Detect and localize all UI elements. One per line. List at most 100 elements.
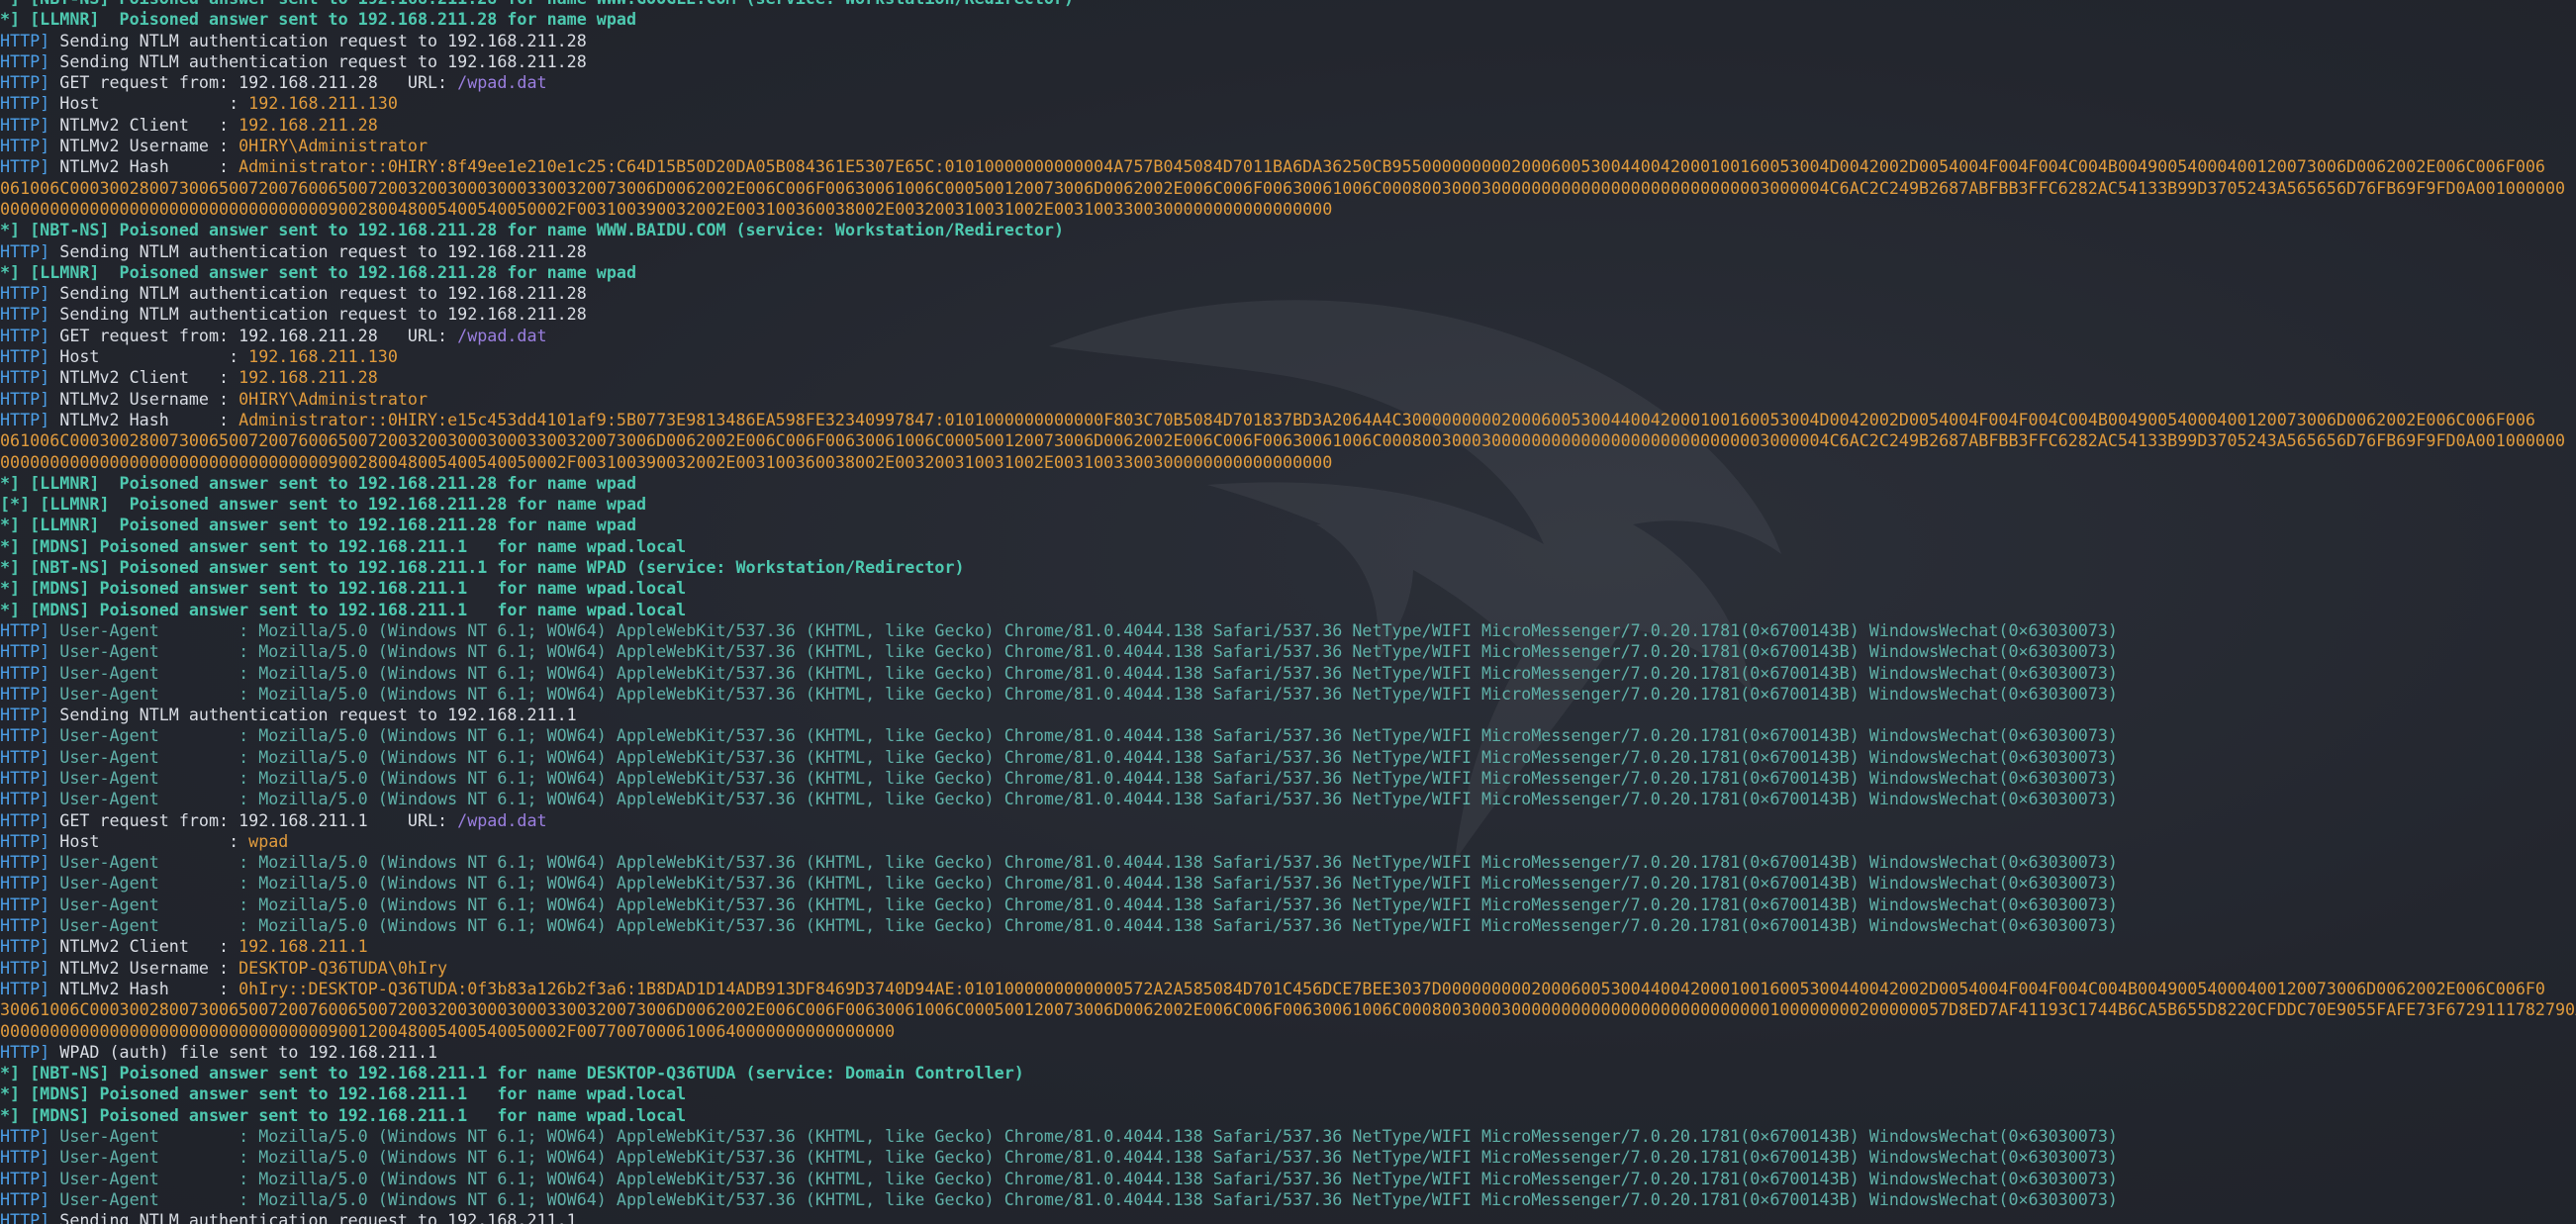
http-label: GET request from: 192.168.211.28 URL: [49,325,458,345]
http-tag: HTTP] [0,1168,50,1188]
terminal-line: 061006C000300280073006500720076006500720… [0,178,2576,199]
http-value: 192.168.211.130 [248,346,398,367]
http-label: Sending NTLM authentication request to 1… [49,30,587,50]
poison-event-text: *] [LLMNR] Poisoned answer sent to 192.1… [0,261,636,282]
http-label: GET request from: 192.168.211.1 URL: [49,809,458,830]
http-label: Sending NTLM authentication request to 1… [49,705,577,725]
user-agent-label: User-Agent : [49,873,259,894]
poison-event-text: *] [NBT-NS] Poisoned answer sent to 192.… [0,557,965,578]
http-value: 0hIry::DESKTOP-Q36TUDA:0f3b83a126b2f3a6:… [239,978,2545,998]
terminal-line: 0000000000000000000000000000000009001200… [0,1021,2576,1042]
terminal-line: *] [NBT-NS] Poisoned answer sent to 192.… [0,1063,2576,1083]
terminal-line: 0000000000000000000000000000000009002800… [0,199,2576,220]
user-agent-value: Mozilla/5.0 (Windows NT 6.1; WOW64) Appl… [258,894,2118,914]
http-label: NTLMv2 Hash : [49,978,239,998]
user-agent-label: User-Agent : [49,725,259,746]
http-label: NTLMv2 Hash : [49,409,239,429]
user-agent-value: Mozilla/5.0 (Windows NT 6.1; WOW64) Appl… [258,852,2118,873]
user-agent-value: Mozilla/5.0 (Windows NT 6.1; WOW64) Appl… [258,662,2118,683]
terminal-line: HTTP] NTLMv2 Hash : Administrator::0HIRY… [0,156,2576,177]
terminal-line: HTTP] User-Agent : Mozilla/5.0 (Windows … [0,620,2576,641]
terminal-line: HTTP] User-Agent : Mozilla/5.0 (Windows … [0,873,2576,894]
http-tag: HTTP] [0,978,50,998]
terminal-line: HTTP] GET request from: 192.168.211.28 U… [0,326,2576,346]
terminal-line: *] [MDNS] Poisoned answer sent to 192.16… [0,536,2576,557]
terminal-line: *] [LLMNR] Poisoned answer sent to 192.1… [0,515,2576,535]
http-label: NTLMv2 Client : [49,367,239,388]
user-agent-value: Mozilla/5.0 (Windows NT 6.1; WOW64) Appl… [258,789,2118,809]
http-tag: HTTP] [0,50,50,71]
http-tag: HTTP] [0,93,50,114]
http-value: 0HIRY\Administrator [239,136,429,156]
terminal-line: HTTP] Sending NTLM authentication reques… [0,1210,2576,1224]
http-value: 0HIRY\Administrator [239,388,429,409]
terminal-line: *] [MDNS] Poisoned answer sent to 192.16… [0,600,2576,620]
http-tag: HTTP] [0,30,50,50]
user-agent-label: User-Agent : [49,619,259,640]
hash-continuation: 061006C000300280073006500720076006500720… [0,430,2566,451]
http-tag: HTTP] [0,830,50,851]
http-label: NTLMv2 Client : [49,936,239,957]
terminal-line: HTTP] User-Agent : Mozilla/5.0 (Windows … [0,1147,2576,1168]
http-tag: HTTP] [0,705,50,725]
terminal-line: HTTP] User-Agent : Mozilla/5.0 (Windows … [0,1126,2576,1147]
http-tag: HTTP] [0,283,50,304]
terminal-line: *] [MDNS] Poisoned answer sent to 192.16… [0,578,2576,599]
http-tag: HTTP] [0,662,50,683]
user-agent-label: User-Agent : [49,894,259,914]
terminal-line: HTTP] NTLMv2 Username : 0HIRY\Administra… [0,389,2576,410]
http-value: 192.168.211.1 [239,936,368,957]
user-agent-label: User-Agent : [49,683,259,704]
http-label: NTLMv2 Username : [49,388,239,409]
http-value: wpad [248,830,289,851]
poison-event-text: *] [LLMNR] Poisoned answer sent to 192.1… [0,9,636,30]
user-agent-value: Mozilla/5.0 (Windows NT 6.1; WOW64) Appl… [258,767,2118,788]
terminal-line: HTTP] GET request from: 192.168.211.1 UR… [0,810,2576,831]
poison-event-text: *] [NBT-NS] Poisoned answer sent to 192.… [0,220,1064,240]
hash-continuation: 061006C000300280073006500720076006500720… [0,177,2566,198]
user-agent-label: User-Agent : [49,789,259,809]
terminal-line: *] [LLMNR] Poisoned answer sent to 192.1… [0,473,2576,494]
hash-continuation: 0000000000000000000000000000000009002800… [0,451,1333,472]
http-value: DESKTOP-Q36TUDA\0hIry [239,957,448,978]
poison-event-text: *] [MDNS] Poisoned answer sent to 192.16… [0,1104,687,1125]
http-label: NTLMv2 Username : [49,957,239,978]
terminal-line: HTTP] User-Agent : Mozilla/5.0 (Windows … [0,747,2576,768]
terminal-window[interactable]: *] [NBT-NS] Poisoned answer sent to 192.… [0,0,2576,1224]
terminal-line: *] [LLMNR] Poisoned answer sent to 192.1… [0,9,2576,30]
http-tag: HTTP] [0,346,50,367]
user-agent-label: User-Agent : [49,767,259,788]
user-agent-label: User-Agent : [49,1147,259,1168]
http-tag: HTTP] [0,1147,50,1168]
terminal-line: HTTP] User-Agent : Mozilla/5.0 (Windows … [0,1169,2576,1189]
terminal-line: [*] [LLMNR] Poisoned answer sent to 192.… [0,494,2576,515]
http-tag: HTTP] [0,304,50,325]
http-label: Sending NTLM authentication request to 1… [49,1210,577,1224]
poison-event-text: *] [MDNS] Poisoned answer sent to 192.16… [0,1083,687,1104]
terminal-line: HTTP] Host : wpad [0,831,2576,852]
hash-continuation: 0000000000000000000000000000000009002800… [0,198,1333,219]
terminal-line: HTTP] User-Agent : Mozilla/5.0 (Windows … [0,852,2576,873]
user-agent-value: Mozilla/5.0 (Windows NT 6.1; WOW64) Appl… [258,1126,2118,1147]
http-value: Administrator::0HIRY:e15c453dd4101af9:5B… [239,409,2535,429]
terminal-line: 0000000000000000000000000000000009002800… [0,452,2576,473]
terminal-line: HTTP] NTLMv2 Client : 192.168.211.1 [0,936,2576,957]
http-value: Administrator::0HIRY:8f49ee1e210e1c25:C6… [239,156,2545,177]
http-label: Sending NTLM authentication request to 1… [49,304,587,325]
http-value: 192.168.211.28 [239,114,378,135]
terminal-line: HTTP] WPAD (auth) file sent to 192.168.2… [0,1042,2576,1063]
http-tag: HTTP] [0,936,50,957]
http-tag: HTTP] [0,725,50,746]
terminal-line: HTTP] GET request from: 192.168.211.28 U… [0,72,2576,93]
poison-event-text: *] [MDNS] Poisoned answer sent to 192.16… [0,578,687,599]
terminal-line: HTTP] Sending NTLM authentication reques… [0,31,2576,51]
hash-continuation: 0000000000000000000000000000000009001200… [0,1020,896,1041]
http-label: Sending NTLM authentication request to 1… [49,50,587,71]
http-label: NTLMv2 Username : [49,136,239,156]
terminal-line: HTTP] User-Agent : Mozilla/5.0 (Windows … [0,663,2576,684]
http-value: /wpad.dat [457,809,547,830]
http-tag: HTTP] [0,789,50,809]
http-label: Host : [49,830,249,851]
terminal-line: HTTP] User-Agent : Mozilla/5.0 (Windows … [0,915,2576,936]
http-tag: HTTP] [0,136,50,156]
